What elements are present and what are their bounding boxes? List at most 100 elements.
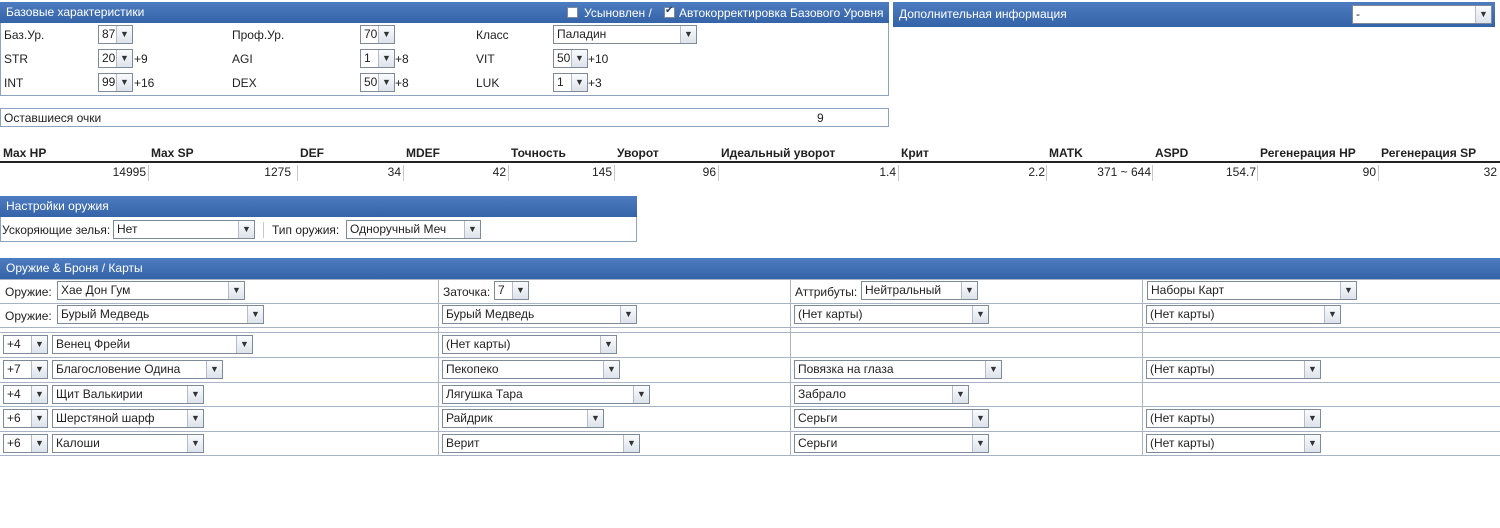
column-divider <box>438 279 439 456</box>
chevron-down-icon: ▼ <box>378 26 394 43</box>
weapon-label: Оружие: <box>5 285 52 299</box>
agi-bonus: +8 <box>395 52 409 66</box>
chevron-down-icon: ▼ <box>236 336 252 353</box>
job-level-label: Проф.Ур. <box>232 28 285 42</box>
dex-select[interactable]: 50 ▼ <box>360 73 395 92</box>
weapon-select[interactable]: Хае Дон Гум ▼ <box>57 281 245 300</box>
armor-card-select[interactable]: (Нет карты) ▼ <box>442 335 617 354</box>
armor-item-select[interactable]: Благословение Одина ▼ <box>52 360 223 379</box>
agi-select[interactable]: 1 ▼ <box>360 49 395 68</box>
equipment-row <box>0 382 1500 406</box>
chevron-down-icon: ▼ <box>228 282 244 299</box>
weapon-settings-title: Настройки оружия <box>6 199 109 213</box>
stat-value-max-hp: 14995 <box>112 165 146 179</box>
vit-select[interactable]: 50 ▼ <box>553 49 588 68</box>
int-label: INT <box>4 76 24 90</box>
chevron-down-icon: ▼ <box>206 361 222 378</box>
armor-refine-select[interactable]: +7 ▼ <box>3 360 48 379</box>
armor-card-select[interactable]: Забрало ▼ <box>794 385 969 404</box>
stat-header-hit: Точность <box>511 146 566 160</box>
chevron-down-icon: ▼ <box>31 386 47 403</box>
chevron-down-icon: ▼ <box>972 306 988 323</box>
weapon-settings-header: Настройки оружия <box>0 196 637 217</box>
weapon-card-2-select[interactable]: Бурый Медведь ▼ <box>442 305 637 324</box>
armor-item-select[interactable]: Калоши ▼ <box>52 434 204 453</box>
card-sets-select[interactable]: Наборы Карт ▼ <box>1147 281 1357 300</box>
weapon-card-4-select[interactable]: (Нет карты) ▼ <box>1146 305 1341 324</box>
int-select[interactable]: 99 ▼ <box>98 73 133 92</box>
armor-refine-select[interactable]: +4 ▼ <box>3 335 48 354</box>
stat-divider <box>148 165 149 181</box>
armor-refine-select[interactable]: +4 ▼ <box>3 385 48 404</box>
column-divider <box>790 279 791 456</box>
luk-select[interactable]: 1 ▼ <box>553 73 588 92</box>
stat-header-matk: MATK <box>1049 146 1083 160</box>
adopted-checkbox[interactable] <box>567 7 578 18</box>
armor-card-select[interactable]: Лягушка Тара ▼ <box>442 385 650 404</box>
attribute-label: Аттрибуты: <box>795 285 858 299</box>
stat-header-perfect-dodge: Идеальный уворот <box>721 146 836 160</box>
armor-card-select[interactable]: (Нет карты) ▼ <box>1146 360 1321 379</box>
chevron-down-icon: ▼ <box>972 410 988 427</box>
attribute-select[interactable]: Нейтральный ▼ <box>861 281 978 300</box>
armor-item-select[interactable]: Шерстяной шарф ▼ <box>52 409 204 428</box>
vit-bonus: +10 <box>588 52 609 66</box>
weapon-type-select[interactable]: Одноручный Меч ▼ <box>346 220 481 239</box>
stat-header-max-sp: Max SP <box>151 146 194 160</box>
potion-select[interactable]: Нет ▼ <box>113 220 255 239</box>
armor-card-select[interactable]: Повязка на глаза ▼ <box>794 360 1002 379</box>
stat-divider <box>508 165 509 181</box>
weapon-card-3-select[interactable]: (Нет карты) ▼ <box>794 305 989 324</box>
dex-bonus: +8 <box>395 76 409 90</box>
weapon-refine-select[interactable]: 7 ▼ <box>494 281 529 300</box>
job-level-select[interactable]: 70 ▼ <box>360 25 395 44</box>
weapon-type-label: Тип оружия: <box>272 223 340 237</box>
stat-header-mdef: MDEF <box>406 146 440 160</box>
vit-label: VIT <box>476 52 495 66</box>
chevron-down-icon: ▼ <box>464 221 480 238</box>
armor-card-select[interactable]: Серьги ▼ <box>794 434 989 453</box>
armor-card-select[interactable]: Райдрик ▼ <box>442 409 604 428</box>
stat-divider <box>614 165 615 181</box>
chevron-down-icon: ▼ <box>571 74 587 91</box>
extra-info-select[interactable]: - ▼ <box>1352 5 1492 24</box>
chevron-down-icon: ▼ <box>587 410 603 427</box>
stat-divider <box>1257 165 1258 181</box>
chevron-down-icon: ▼ <box>571 50 587 67</box>
chevron-down-icon: ▼ <box>116 50 132 67</box>
column-divider <box>1142 279 1143 456</box>
armor-card-select[interactable]: Пекопеко ▼ <box>442 360 620 379</box>
chevron-down-icon: ▼ <box>1324 306 1340 323</box>
chevron-down-icon: ▼ <box>187 386 203 403</box>
weapon-card-1-select[interactable]: Бурый Медведь ▼ <box>57 305 264 324</box>
chevron-down-icon: ▼ <box>116 26 132 43</box>
stat-divider <box>297 165 298 181</box>
equipment-header: Оружие & Броня / Карты <box>0 258 1500 279</box>
armor-item-select[interactable]: Щит Валькирии ▼ <box>52 385 204 404</box>
remaining-points-box <box>0 108 889 127</box>
armor-refine-select[interactable]: +6 ▼ <box>3 409 48 428</box>
armor-card-select[interactable]: (Нет карты) ▼ <box>1146 434 1321 453</box>
adopted-label: Усыновлен / <box>584 6 652 20</box>
chevron-down-icon: ▼ <box>238 221 254 238</box>
armor-card-select[interactable]: Серьги ▼ <box>794 409 989 428</box>
divider <box>263 222 264 238</box>
stats-divider <box>0 161 1500 163</box>
class-select[interactable]: Паладин ▼ <box>553 25 697 44</box>
armor-item-select[interactable]: Венец Фрейи ▼ <box>52 335 253 354</box>
armor-card-select[interactable]: Верит ▼ <box>442 434 640 453</box>
chevron-down-icon: ▼ <box>31 410 47 427</box>
stat-header-flee: Уворот <box>617 146 659 160</box>
luk-label: LUK <box>476 76 500 90</box>
armor-card-select[interactable]: (Нет карты) ▼ <box>1146 409 1321 428</box>
chevron-down-icon: ▼ <box>620 306 636 323</box>
stat-value-mdef: 42 <box>492 165 506 179</box>
str-select[interactable]: 20 ▼ <box>98 49 133 68</box>
chevron-down-icon: ▼ <box>633 386 649 403</box>
autocorrect-checkbox[interactable] <box>664 5 675 18</box>
base-level-select[interactable]: 87 ▼ <box>98 25 133 44</box>
stat-divider <box>1152 165 1153 181</box>
extra-info-title: Дополнительная информация <box>899 7 1067 21</box>
chevron-down-icon: ▼ <box>961 282 977 299</box>
armor-refine-select[interactable]: +6 ▼ <box>3 434 48 453</box>
